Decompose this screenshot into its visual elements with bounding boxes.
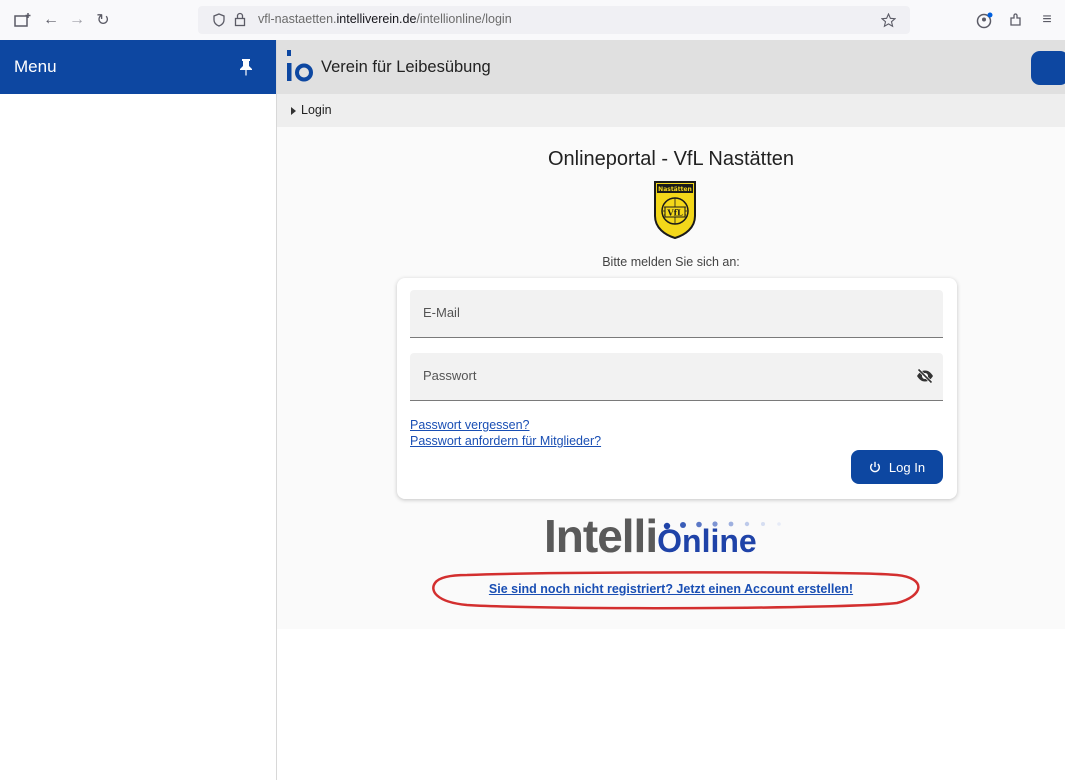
svg-text:VfL: VfL — [666, 208, 683, 218]
page-title: Onlineportal - VfL Nastätten — [547, 148, 795, 170]
shield-icon[interactable] — [212, 13, 226, 27]
email-field[interactable]: E-Mail — [410, 290, 943, 338]
breadcrumb-item-login[interactable]: Login — [301, 103, 332, 117]
app-title: Verein für Leibesübung — [321, 58, 491, 76]
forgot-password-link[interactable]: Passwort vergessen? — [410, 418, 530, 432]
svg-text:Nastätten: Nastätten — [658, 186, 692, 193]
address-bar[interactable]: vfl-nastaetten.intelliverein.de/intellio… — [198, 6, 910, 34]
bookmark-star-icon[interactable] — [881, 13, 896, 28]
breadcrumb: Login — [277, 94, 1065, 127]
back-icon[interactable]: ← — [40, 9, 62, 31]
eye-off-icon[interactable] — [916, 368, 934, 384]
login-card: E-Mail Passwort Passwort vergessen? Pass… — [397, 278, 957, 499]
sidebar-header: Menu — [0, 40, 276, 94]
tab-view-icon[interactable] — [12, 9, 34, 31]
password-field[interactable]: Passwort — [410, 353, 943, 401]
sidebar: Menu — [0, 40, 277, 780]
app-menu-icon[interactable]: ≡ — [1036, 9, 1058, 31]
pin-icon[interactable] — [238, 58, 254, 76]
app-header: Verein für Leibesübung — [277, 40, 1065, 94]
red-highlight-annotation — [432, 571, 920, 610]
power-icon — [869, 461, 880, 473]
url-text: vfl-nastaetten.intelliverein.de/intellio… — [258, 12, 512, 26]
logo-dots — [663, 521, 781, 530]
user-menu-button[interactable] — [1031, 51, 1065, 85]
login-button[interactable]: Log In — [851, 450, 943, 484]
extensions-icon[interactable] — [1005, 9, 1027, 31]
account-icon[interactable] — [974, 9, 996, 31]
login-content: Onlineportal - VfL Nastätten Nastätten V… — [277, 127, 1065, 629]
lock-icon[interactable] — [234, 12, 246, 27]
email-label: E-Mail — [423, 305, 460, 320]
breadcrumb-arrow-icon — [291, 107, 296, 115]
password-label: Passwort — [423, 368, 477, 383]
browser-toolbar: ← → ↻ vfl-nastaetten.intelliverein.de/in… — [0, 0, 1065, 40]
io-logo — [287, 50, 313, 82]
request-password-link[interactable]: Passwort anfordern für Mitglieder? — [410, 434, 601, 448]
login-prompt: Bitte melden Sie sich an: — [602, 255, 740, 269]
sidebar-title: Menu — [14, 57, 57, 76]
forward-icon[interactable]: → — [66, 9, 88, 31]
login-button-label: Log In — [888, 459, 926, 475]
reload-icon[interactable]: ↻ — [92, 9, 114, 31]
club-crest-logo: Nastätten VfL — [654, 181, 696, 240]
